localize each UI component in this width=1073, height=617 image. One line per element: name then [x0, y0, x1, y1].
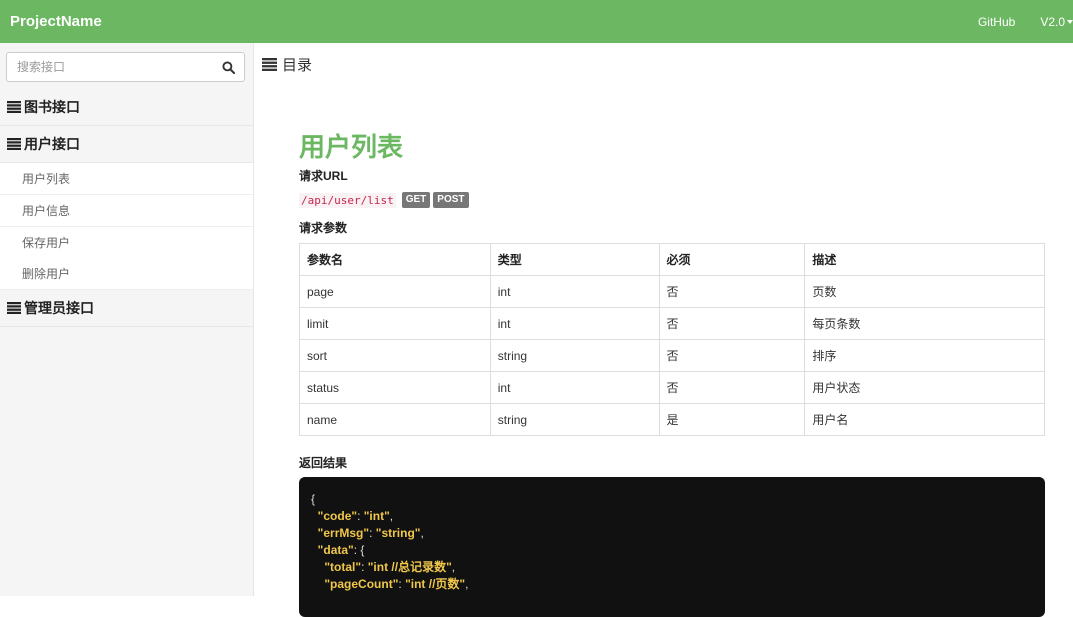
- code-line: "data": {: [317, 543, 365, 557]
- search-box: [6, 52, 245, 82]
- column-header: 参数名: [299, 243, 491, 276]
- param-name-cell: name: [299, 403, 491, 436]
- code-line: "total": "int //总记录数",: [324, 560, 456, 574]
- brand-title[interactable]: ProjectName: [10, 13, 102, 30]
- navbar-right: GitHub V2.0: [978, 0, 1073, 43]
- sidebar-group-label: 用户接口: [24, 136, 80, 152]
- sidebar-item-save-user[interactable]: 保存用户: [0, 227, 253, 259]
- response-code-block: { "code": "int", "errMsg": "string", "da…: [299, 477, 1045, 617]
- code-line: "errMsg": "string",: [317, 526, 424, 540]
- table-row: limit int 否 每页条数: [299, 307, 1045, 340]
- search-icon[interactable]: [222, 61, 235, 74]
- sidebar-item-delete-user[interactable]: 删除用户: [0, 258, 253, 290]
- table-row: name string 是 用户名: [299, 403, 1045, 436]
- code-line: "code": "int",: [317, 509, 394, 523]
- param-desc-cell: 排序: [804, 339, 1045, 372]
- toc-label: 目录: [282, 57, 313, 74]
- param-desc-cell: 每页条数: [804, 307, 1045, 340]
- code-line: {: [311, 492, 316, 506]
- request-url-heading: 请求URL: [299, 169, 348, 183]
- top-navbar: ProjectName GitHub V2.0: [0, 0, 1073, 43]
- param-required-cell: 否: [658, 371, 806, 404]
- param-required-cell: 否: [658, 339, 806, 372]
- sidebar-group-books[interactable]: 图书接口: [0, 89, 253, 126]
- param-desc-cell: 页数: [804, 275, 1045, 308]
- github-link[interactable]: GitHub: [978, 15, 1015, 29]
- endpoint-url: /api/user/list: [299, 192, 396, 208]
- result-heading: 返回结果: [299, 456, 348, 470]
- column-header: 描述: [804, 243, 1045, 276]
- column-header: 必须: [658, 243, 806, 276]
- param-name-cell: status: [299, 371, 491, 404]
- sidebar: 图书接口 用户接口 用户列表 用户信息 保存用户 删除用户 管理员接口: [0, 43, 254, 596]
- sidebar-group-label: 图书接口: [24, 99, 80, 115]
- list-icon: [7, 302, 21, 314]
- param-required-cell: 否: [658, 307, 806, 340]
- table-row: status int 否 用户状态: [299, 371, 1045, 404]
- search-input[interactable]: [7, 53, 212, 81]
- params-table: 参数名 类型 必须 描述 page int 否 页数 limit int 否 每…: [299, 243, 1045, 436]
- sidebar-group-users[interactable]: 用户接口: [0, 126, 253, 163]
- param-type-cell: string: [489, 339, 660, 372]
- list-icon: [7, 101, 21, 113]
- param-type-cell: string: [489, 403, 660, 436]
- caret-down-icon: [1067, 19, 1073, 24]
- table-row: sort string 否 排序: [299, 339, 1045, 372]
- toc-toggle[interactable]: 目录: [262, 54, 312, 75]
- param-name-cell: limit: [299, 307, 491, 340]
- param-type-cell: int: [489, 371, 660, 404]
- param-required-cell: 是: [658, 403, 806, 436]
- table-row: page int 否 页数: [299, 275, 1045, 308]
- page-title: 用户列表: [299, 132, 404, 162]
- column-header: 类型: [489, 243, 660, 276]
- method-badge-post: POST: [433, 192, 469, 208]
- sidebar-group-label: 管理员接口: [24, 300, 94, 316]
- request-params-heading: 请求参数: [299, 221, 348, 235]
- param-name-cell: sort: [299, 339, 491, 372]
- version-label: V2.0: [1040, 14, 1065, 29]
- list-icon: [262, 58, 277, 71]
- param-type-cell: int: [489, 275, 660, 308]
- version-dropdown[interactable]: V2.0: [1040, 15, 1073, 29]
- url-row: /api/user/list GET POST: [299, 192, 469, 208]
- list-icon: [7, 138, 21, 150]
- code-line: "pageCount": "int //页数",: [324, 577, 469, 591]
- param-type-cell: int: [489, 307, 660, 340]
- sidebar-group-admins[interactable]: 管理员接口: [0, 290, 253, 327]
- param-desc-cell: 用户状态: [804, 371, 1045, 404]
- sidebar-item-user-info[interactable]: 用户信息: [0, 195, 253, 227]
- param-required-cell: 否: [658, 275, 806, 308]
- table-header-row: 参数名 类型 必须 描述: [299, 243, 1045, 276]
- param-desc-cell: 用户名: [804, 403, 1045, 436]
- method-badge-get: GET: [401, 192, 431, 208]
- param-name-cell: page: [299, 275, 491, 308]
- sidebar-item-user-list[interactable]: 用户列表: [0, 163, 253, 195]
